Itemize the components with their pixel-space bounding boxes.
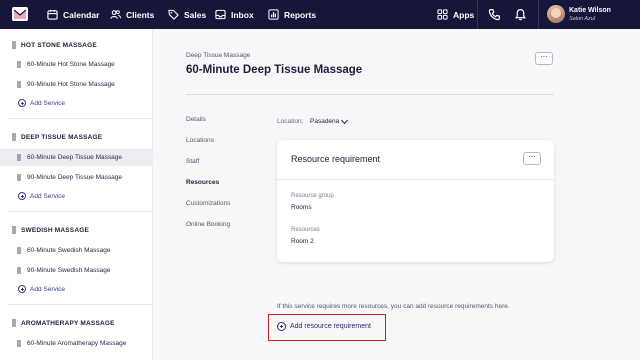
- nav-clients[interactable]: Clients: [110, 0, 154, 29]
- service-item[interactable]: 90-Minute Hot Stone Massage: [0, 76, 153, 93]
- phone-icon[interactable]: [488, 8, 501, 21]
- nav-divider: [538, 0, 539, 29]
- nav-divider: [477, 0, 478, 29]
- tab-staff[interactable]: Staff: [186, 158, 199, 165]
- nav-inbox-label: Inbox: [231, 9, 254, 20]
- service-group-title: AROMATHERAPY MASSAGE: [21, 319, 115, 327]
- bar-chart-icon: [268, 9, 279, 20]
- location-value: Pasadena: [310, 118, 340, 125]
- service-item-label: 90-Minute Hot Stone Massage: [27, 81, 115, 88]
- nav-apps[interactable]: Apps: [437, 0, 474, 29]
- resources-label: Resources: [291, 227, 320, 233]
- nav-sales-label: Sales: [184, 9, 207, 20]
- drag-handle-icon[interactable]: [12, 41, 16, 49]
- location-label: Location:: [277, 118, 304, 125]
- resource-group-label: Resource group: [291, 193, 334, 199]
- service-item-label: 60-Minute Aromatherapy Massage: [27, 340, 127, 347]
- service-item-label: 60-Minute Deep Tissue Massage: [27, 154, 123, 161]
- app-logo-icon[interactable]: [12, 7, 28, 21]
- service-item-label: 90-Minute Deep Tissue Massage: [27, 174, 123, 181]
- page-title: 60-Minute Deep Tissue Massage: [186, 64, 363, 76]
- service-group-title: SWEDISH MASSAGE: [21, 226, 90, 234]
- highlight-box: [268, 314, 386, 341]
- resource-requirement-card: Resource requirement ··· Resource group …: [277, 140, 554, 262]
- drag-handle-icon[interactable]: [12, 133, 16, 141]
- add-service-label: Add Service: [30, 192, 66, 200]
- service-item[interactable]: 90-Minute Swedish Massage: [0, 262, 153, 279]
- tab-customizations[interactable]: Customizations: [186, 200, 230, 207]
- users-icon: [110, 10, 121, 19]
- drag-handle-icon[interactable]: [17, 247, 21, 254]
- location-select[interactable]: Pasadena: [310, 116, 349, 125]
- drag-handle-icon[interactable]: [17, 81, 21, 88]
- add-service-button[interactable]: Add Service: [18, 285, 65, 293]
- service-group-hot-stone[interactable]: HOT STONE MASSAGE: [12, 41, 97, 49]
- nav-sales[interactable]: Sales: [168, 0, 206, 29]
- group-divider: [8, 211, 153, 212]
- resource-group-value: Rooms: [291, 204, 312, 211]
- service-item[interactable]: 60-Minute Hot Stone Massage: [0, 56, 153, 73]
- header-divider: [186, 94, 554, 95]
- nav-reports-label: Reports: [284, 9, 317, 20]
- service-group-title: DEEP TISSUE MASSAGE: [21, 133, 103, 141]
- calendar-icon: [47, 9, 58, 20]
- service-item[interactable]: 60-Minute Swedish Massage: [0, 242, 153, 259]
- add-service-button[interactable]: Add Service: [18, 99, 65, 107]
- add-resources-hint: If this service requires more resources,…: [277, 303, 510, 310]
- avatar[interactable]: [547, 5, 565, 23]
- breadcrumb[interactable]: Deep Tissue Massage: [186, 52, 250, 59]
- card-more-options-button[interactable]: ···: [523, 152, 541, 165]
- user-location: Salon Azul: [569, 16, 596, 22]
- service-group-title: HOT STONE MASSAGE: [21, 41, 97, 49]
- resources-value: Room 2: [291, 238, 314, 245]
- service-item[interactable]: 90-Minute Deep Tissue Massage: [0, 169, 153, 186]
- nav-apps-label: Apps: [453, 9, 475, 20]
- tag-icon: [168, 9, 179, 20]
- drag-handle-icon[interactable]: [12, 226, 16, 234]
- nav-calendar-label: Calendar: [63, 9, 100, 20]
- add-service-button[interactable]: Add Service: [18, 192, 65, 200]
- service-sidebar: HOT STONE MASSAGE 60-Minute Hot Stone Ma…: [0, 29, 153, 360]
- more-options-button[interactable]: ···: [535, 52, 553, 65]
- tab-details[interactable]: Details: [186, 116, 206, 123]
- service-group-deep-tissue[interactable]: DEEP TISSUE MASSAGE: [12, 133, 102, 141]
- apps-grid-icon: [437, 9, 448, 20]
- tab-online-booking[interactable]: Online Booking: [186, 221, 230, 228]
- service-item-label: 60-Minute Hot Stone Massage: [27, 61, 115, 68]
- service-group-swedish[interactable]: SWEDISH MASSAGE: [12, 226, 89, 234]
- drag-handle-icon[interactable]: [17, 174, 21, 181]
- drag-handle-icon[interactable]: [17, 154, 21, 161]
- bell-icon[interactable]: [514, 8, 527, 21]
- drag-handle-icon[interactable]: [12, 319, 16, 327]
- nav-calendar[interactable]: Calendar: [47, 0, 99, 29]
- drag-handle-icon[interactable]: [17, 340, 21, 347]
- service-group-aromatherapy[interactable]: AROMATHERAPY MASSAGE: [12, 319, 115, 327]
- card-divider: [277, 179, 554, 180]
- nav-clients-label: Clients: [126, 9, 155, 20]
- user-name[interactable]: Katie Wilson: [569, 7, 611, 14]
- inbox-icon: [215, 9, 226, 20]
- drag-handle-icon[interactable]: [17, 61, 21, 68]
- plus-circle-icon: [18, 99, 26, 107]
- group-divider: [8, 118, 153, 119]
- nav-reports[interactable]: Reports: [268, 0, 316, 29]
- add-service-label: Add Service: [30, 285, 66, 293]
- service-item[interactable]: 60-Minute Aromatherapy Massage: [0, 335, 153, 352]
- group-divider: [8, 304, 153, 305]
- service-item-active[interactable]: 60-Minute Deep Tissue Massage: [0, 149, 153, 166]
- top-nav: Calendar Clients Sales Inbox Reports App…: [0, 0, 640, 29]
- add-service-label: Add Service: [30, 99, 66, 107]
- drag-handle-icon[interactable]: [17, 267, 21, 274]
- plus-circle-icon: [18, 192, 26, 200]
- service-item-label: 90-Minute Swedish Massage: [27, 267, 111, 274]
- tab-resources[interactable]: Resources: [186, 179, 219, 186]
- service-item-label: 60-Minute Swedish Massage: [27, 247, 111, 254]
- plus-circle-icon: [18, 285, 26, 293]
- card-title: Resource requirement: [291, 154, 381, 164]
- tab-locations[interactable]: Locations: [186, 137, 214, 144]
- chevron-down-icon: [341, 116, 349, 124]
- nav-inbox[interactable]: Inbox: [215, 0, 254, 29]
